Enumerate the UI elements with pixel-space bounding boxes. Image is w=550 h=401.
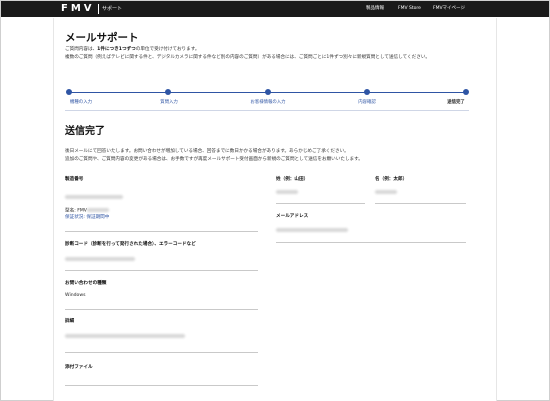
- field-divider: [65, 352, 258, 353]
- top-nav-bar: FMV サポート 製品情報 FMV Store FMVマイページ: [1, 1, 549, 17]
- inquiry-type-value: Windows: [65, 293, 86, 298]
- nav-products-link[interactable]: 製品情報: [366, 6, 384, 12]
- field-divider: [65, 309, 258, 310]
- email-label: メールアドレス: [276, 214, 309, 219]
- completion-title: 送信完了: [65, 126, 105, 137]
- logo-divider: [98, 4, 99, 14]
- completion-message-2: 追加のご質問や、ご質問内容の変更がある場合は、お手数ですが再度メールサポート受付…: [65, 157, 363, 162]
- page-title: メールサポート: [65, 32, 139, 44]
- fmv-logo[interactable]: FMV: [61, 3, 95, 15]
- content-panel: [53, 18, 497, 401]
- warranty-status: 保証状況: 保証期間中: [65, 215, 110, 220]
- error-code-value-redacted: [65, 257, 135, 261]
- step-label-customer: お客様情報の入力: [250, 100, 286, 105]
- intro-line-1: ご質問内容は、1件につき1つずつの単位で受け付けております。: [65, 47, 199, 53]
- field-divider: [65, 385, 258, 386]
- serial-number-value-redacted: [65, 195, 123, 199]
- field-divider: [276, 242, 466, 243]
- error-code-label: 診断コード（診断を行って発行された場合）、エラーコードなど: [65, 242, 196, 247]
- details-value-redacted: [65, 334, 185, 338]
- attachment-label: 添付ファイル: [65, 365, 93, 370]
- intro-emphasis: 1件につき1つずつ: [97, 47, 136, 52]
- last-name-label: 姓（例：山田）: [276, 177, 309, 182]
- intro-text: ご質問内容は、: [65, 47, 98, 52]
- completion-message-1: 後日メールにて回答いたします。お問い合わせが増加している場合、回答までに数日かか…: [65, 149, 349, 154]
- model-name-value: 型名: FMV: [65, 208, 109, 215]
- inquiry-type-label: お問い合わせの種類: [65, 281, 107, 286]
- field-divider: [276, 203, 365, 204]
- step-dot-3: [265, 89, 271, 95]
- step-label-question: 質問入力: [160, 100, 178, 105]
- step-label-confirm: 内容確認: [358, 100, 376, 105]
- step-dot-5: [463, 89, 469, 95]
- step-label-complete: 送信完了: [447, 100, 465, 105]
- first-name-value-redacted: [375, 190, 397, 194]
- step-dot-1: [66, 89, 72, 95]
- model-name-prefix: 型名: FMV: [65, 208, 87, 214]
- details-label: 詳細: [65, 319, 75, 324]
- field-divider: [65, 270, 258, 271]
- field-divider: [375, 203, 466, 204]
- intro-line-2: 複数のご質問（例えばテレビに関する件と、デジタルカメラに関する件など別の内容のご…: [65, 55, 431, 60]
- step-label-model: 機種の入力: [70, 100, 92, 105]
- nav-store-link[interactable]: FMV Store: [398, 6, 421, 12]
- intro-text: の単位で受け付けております。: [135, 47, 200, 52]
- email-value-redacted: [276, 228, 348, 232]
- step-dot-2: [165, 89, 171, 95]
- step-dot-4: [364, 89, 370, 95]
- steps-divider: [65, 110, 469, 111]
- last-name-value-redacted: [276, 190, 298, 194]
- nav-mypage-link[interactable]: FMVマイページ: [433, 6, 465, 12]
- serial-number-label: 製造番号: [65, 177, 84, 182]
- field-divider: [65, 231, 258, 232]
- first-name-label: 名（例：太郎）: [375, 177, 408, 182]
- model-name-redacted: [86, 208, 109, 212]
- support-label[interactable]: サポート: [102, 5, 122, 13]
